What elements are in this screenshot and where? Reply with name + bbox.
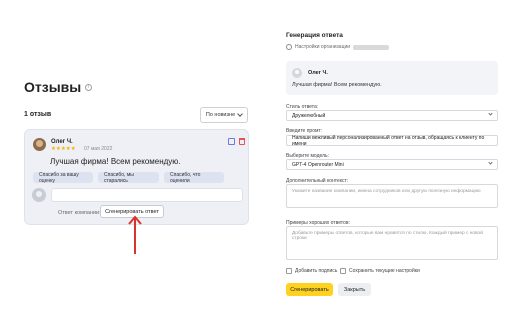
examples-textarea[interactable]: Добавьте примеры ответов, которые вам нр…	[286, 226, 498, 260]
reply-label: Ответ компании:	[58, 210, 101, 216]
review-date: 07 мая 2022	[84, 146, 113, 152]
avatar	[33, 138, 46, 151]
edit-icon[interactable]	[228, 138, 235, 145]
add-signature-label: Добавить подпись	[295, 268, 338, 274]
rating-stars: ★★★★★	[51, 146, 76, 152]
preview-text: Лучшая фирма! Всем рекомендую.	[292, 82, 382, 88]
arrow-up-icon	[128, 215, 142, 254]
trash-icon[interactable]	[239, 138, 245, 145]
prompt-value: Напиши вежливый персонализированный отве…	[292, 134, 485, 147]
add-signature-checkbox[interactable]	[286, 268, 292, 274]
prompt-input[interactable]: Напиши вежливый персонализированный отве…	[286, 134, 498, 147]
company-avatar	[32, 188, 46, 202]
style-select[interactable]: Дружелюбный	[286, 110, 498, 121]
model-select[interactable]: GPT-4 Openrouter Mini	[286, 159, 498, 170]
save-settings-option[interactable]: Сохранить текущие настройки	[340, 268, 420, 274]
context-placeholder: Укажите название компании, имена сотрудн…	[292, 189, 481, 194]
sort-label: По новизне	[205, 112, 236, 118]
reviews-heading: Отзывы i	[24, 79, 93, 95]
org-settings-link[interactable]: Настройки организации	[286, 44, 390, 50]
generate-button[interactable]: Сгенерировать	[286, 283, 333, 296]
save-settings-checkbox[interactable]	[340, 268, 346, 274]
style-value: Дружелюбный	[292, 112, 326, 119]
review-author: Олег Ч.	[51, 139, 73, 145]
quick-replies: Спасибо за вашу оценку Спасибо, мы стара…	[33, 172, 224, 184]
preview-author: Олег Ч.	[308, 70, 328, 76]
add-signature-option[interactable]: Добавить подпись	[286, 268, 337, 274]
info-icon[interactable]: i	[85, 83, 93, 91]
reply-input[interactable]	[51, 188, 243, 202]
review-text: Лучшая фирма! Всем рекомендую.	[50, 157, 181, 166]
chevron-down-icon	[488, 160, 493, 165]
chevron-down-icon	[237, 111, 243, 117]
save-settings-label: Сохранить текущие настройки	[349, 268, 420, 274]
close-button[interactable]: Закрыть	[338, 283, 371, 296]
reviews-count: 1 отзыв	[24, 111, 52, 118]
review-card: Олег Ч. ★★★★★ 07 мая 2022 Лучшая фирма! …	[24, 129, 249, 225]
avatar	[292, 68, 302, 78]
quick-reply-button[interactable]: Спасибо, мы старались	[98, 172, 159, 184]
context-textarea[interactable]: Укажите название компании, имена сотрудн…	[286, 184, 498, 208]
org-name-redacted	[353, 44, 390, 50]
org-settings-label: Настройки организации	[295, 44, 351, 50]
sort-dropdown[interactable]: По новизне	[200, 107, 248, 123]
reviews-title: Отзывы	[24, 79, 82, 95]
chevron-down-icon	[488, 111, 493, 116]
review-preview: Олег Ч. Лучшая фирма! Всем рекомендую.	[286, 61, 498, 95]
examples-placeholder: Добавьте примеры ответов, которые вам нр…	[292, 231, 483, 241]
prompt-label: Введите промт:	[286, 128, 323, 134]
gear-icon	[286, 44, 292, 50]
model-value: GPT-4 Openrouter Mini	[292, 161, 344, 168]
quick-reply-button[interactable]: Спасибо за вашу оценку	[33, 172, 93, 184]
panel-title: Генерация ответа	[286, 32, 343, 39]
quick-reply-button[interactable]: Спасибо, что оценили	[164, 172, 224, 184]
